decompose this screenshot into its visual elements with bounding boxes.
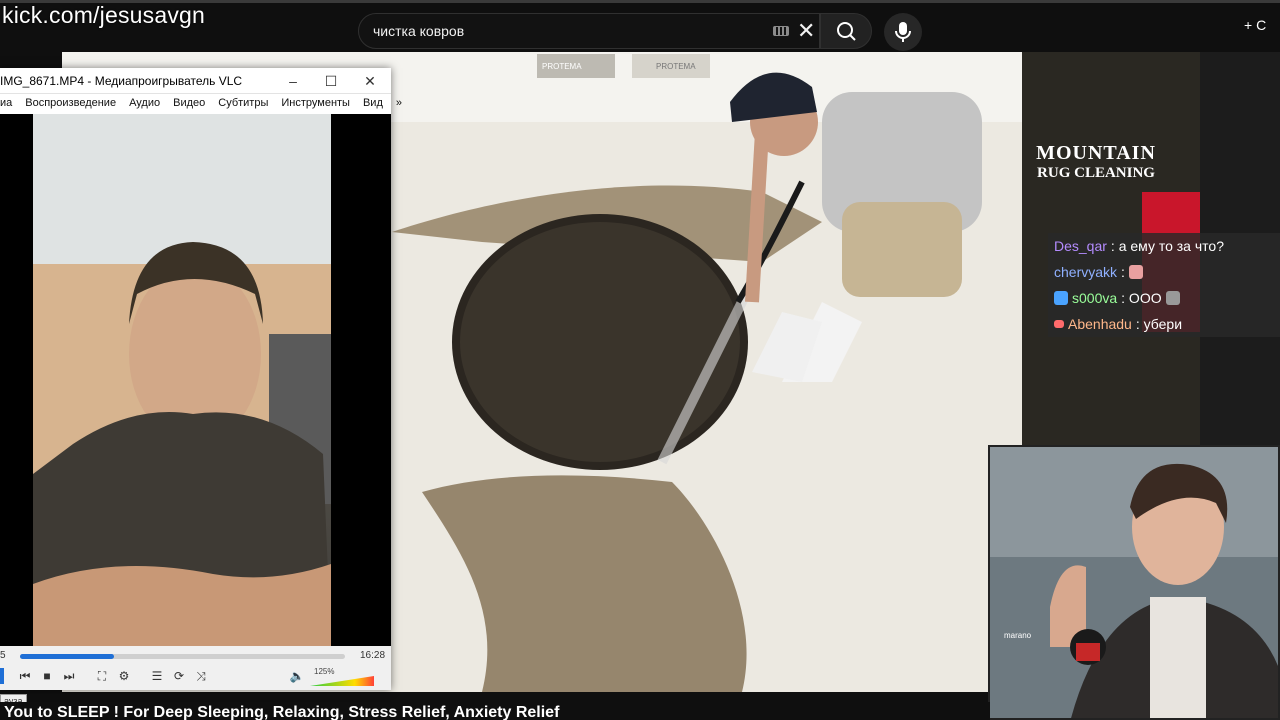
chat-user: chervyakk <box>1054 264 1118 280</box>
mic-brand-label: marano <box>1004 631 1032 640</box>
previous-icon[interactable]: ⏮ <box>16 668 34 684</box>
chat-text: : ООО <box>1121 290 1162 306</box>
menu-media[interactable]: иа <box>0 97 12 114</box>
playlist-icon[interactable]: ☰ <box>148 668 166 684</box>
vlc-video-area[interactable] <box>0 114 391 646</box>
screen: чистка ковров ✕ + С MOUNTAIN RUG CLEANIN… <box>0 0 1280 720</box>
vlc-video-frame <box>33 114 331 646</box>
chat-user: Des_qar <box>1054 238 1107 254</box>
chat-user: Abenhadu <box>1068 316 1132 332</box>
streamer-webcam: marano <box>988 445 1280 720</box>
person-illustration <box>33 114 331 646</box>
webcam-illustration <box>990 447 1278 718</box>
fullscreen-icon[interactable]: ⛶ <box>93 668 111 684</box>
search-button[interactable] <box>820 13 872 49</box>
vlc-window[interactable]: IMG_8671.MP4 - Медиапроигрыватель VLC – … <box>0 68 402 690</box>
close-button[interactable]: ✕ <box>359 71 381 91</box>
menu-overflow[interactable]: » <box>396 97 402 114</box>
next-icon[interactable]: ⏭ <box>60 668 78 684</box>
logo-line-1: MOUNTAIN <box>1036 142 1156 164</box>
chat-user: s000va <box>1072 290 1118 306</box>
mic-icon <box>895 22 911 42</box>
menu-view[interactable]: Вид <box>363 97 383 114</box>
chat-message: Des_qar : а ему то за что? <box>1048 233 1280 259</box>
volume-level: 125% <box>314 667 335 676</box>
chat-text: : а ему то за что? <box>1110 238 1224 254</box>
chat-message: chervyakk : <box>1048 259 1280 285</box>
menu-video[interactable]: Видео <box>173 97 205 114</box>
loop-icon[interactable]: ⟳ <box>170 668 188 684</box>
stop-icon[interactable]: ■ <box>38 668 56 684</box>
play-button[interactable] <box>0 668 4 684</box>
extended-settings-icon[interactable]: ⚙ <box>115 668 133 684</box>
time-total: 16:28 <box>360 650 386 661</box>
chat-overlay: Des_qar : а ему то за что? chervyakk : s… <box>1048 233 1280 337</box>
chat-message: Abenhadu : убери <box>1048 311 1280 337</box>
chat-text: : <box>1121 264 1125 280</box>
machine-label-2: PROTEMA <box>656 62 696 71</box>
vlc-menubar: иа Воспроизведение Аудио Видео Субтитры … <box>0 94 402 114</box>
menu-audio[interactable]: Аудио <box>129 97 160 114</box>
search-input[interactable]: чистка ковров ✕ <box>358 13 820 49</box>
search-query: чистка ковров <box>373 23 465 39</box>
create-button[interactable]: + С <box>1244 17 1280 47</box>
stream-url-overlay: kick.com/jesusavgn <box>2 2 206 28</box>
search-icon <box>837 22 856 41</box>
maximize-button[interactable]: ☐ <box>320 71 342 91</box>
clear-search-icon[interactable]: ✕ <box>797 20 815 42</box>
menu-tools[interactable]: Инструменты <box>281 97 350 114</box>
shuffle-icon[interactable]: ⤨ <box>192 668 210 684</box>
emote-icon <box>1165 291 1180 305</box>
chat-message: s000va : ООО <box>1048 285 1280 311</box>
menu-subtitles[interactable]: Субтитры <box>218 97 268 114</box>
badge-icon <box>1054 320 1064 328</box>
menu-playback[interactable]: Воспроизведение <box>25 97 116 114</box>
chat-text: : убери <box>1135 316 1183 332</box>
seek-bar[interactable] <box>20 654 345 659</box>
machine-label-1: PROTEMA <box>542 62 582 71</box>
logo-line-2: RUG CLEANING <box>1037 165 1155 181</box>
vlc-titlebar[interactable]: IMG_8671.MP4 - Медиапроигрыватель VLC – … <box>0 68 391 94</box>
video-title[interactable]: You to SLEEP ! For Deep Sleeping, Relaxi… <box>0 702 990 720</box>
vlc-title: IMG_8671.MP4 - Медиапроигрыватель VLC <box>0 74 243 88</box>
badge-icon <box>1054 291 1068 305</box>
emote-icon <box>1128 265 1143 279</box>
voice-search-button[interactable] <box>884 13 922 51</box>
time-elapsed: 5 <box>0 650 6 661</box>
minimize-button[interactable]: – <box>282 71 304 91</box>
vlc-controls: 5 16:28 ⏮ ■ ⏭ ⛶ ⚙ ☰ ⟳ ⤨ 🔈 125% <box>0 646 391 690</box>
volume-icon[interactable]: 🔈 <box>288 668 306 684</box>
volume-slider[interactable] <box>310 676 374 686</box>
seek-progress <box>20 654 115 659</box>
keyboard-icon[interactable] <box>773 26 789 36</box>
channel-logo: MOUNTAIN RUG CLEANING <box>1030 142 1162 182</box>
